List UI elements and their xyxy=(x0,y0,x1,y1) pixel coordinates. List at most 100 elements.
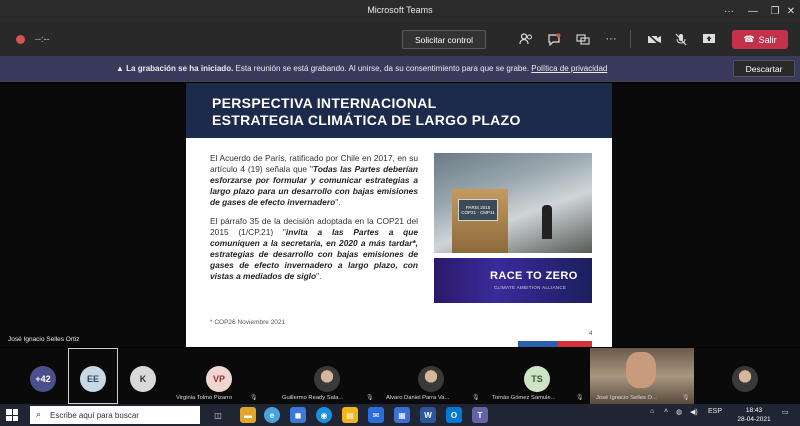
shared-content-stage: PERSPECTIVA INTERNACIONAL ESTRATEGIA CLI… xyxy=(0,83,800,347)
more-options-icon[interactable]: ··· xyxy=(716,0,742,22)
participant-name: Alvaro Daniel Parra Va... xyxy=(386,395,450,401)
calendar-icon[interactable]: ▦ xyxy=(394,407,410,423)
sticky-notes-icon[interactable]: ▤ xyxy=(342,407,358,423)
taskbar-clock[interactable]: 18:43 28-04-2021 xyxy=(734,406,774,424)
mic-off-icon: 🎙 xyxy=(576,395,584,401)
participant-tile-ts[interactable]: TS Tomás Gómez Samule... 🎙 xyxy=(490,348,588,404)
close-icon[interactable]: ✕ xyxy=(782,0,800,22)
flag-red-stripe xyxy=(558,341,592,347)
request-control-button[interactable]: Solicitar control xyxy=(402,30,486,49)
slide-title: PERSPECTIVA INTERNACIONAL ESTRATEGIA CLI… xyxy=(212,95,521,129)
notifications-icon[interactable]: ▭ xyxy=(782,408,789,416)
participants-strip: +42 EE K VP Virginia Tolmo Pizarro 🎙 Gui… xyxy=(0,348,800,404)
participant-name: José Ignacio Selles O... xyxy=(596,395,657,401)
chat-icon[interactable] xyxy=(545,31,563,47)
leave-button[interactable]: ☎ Salir xyxy=(732,30,788,49)
meeting-toolbar: --:-- Solicitar control ··· ☎ Salir xyxy=(0,22,800,56)
avatar: VP xyxy=(206,366,232,392)
search-icon: ⌕ xyxy=(36,409,42,419)
banner-message: Esta reunión se está grabando. Al unirse… xyxy=(235,64,530,73)
search-placeholder: Escribe aquí para buscar xyxy=(50,410,139,420)
avatar: EE xyxy=(80,366,106,392)
avatar xyxy=(314,366,340,392)
mic-off-icon: 🎙 xyxy=(366,395,374,401)
network-icon[interactable]: ◍ xyxy=(676,408,682,416)
avatar: TS xyxy=(524,366,550,392)
camera-off-icon[interactable] xyxy=(645,31,663,47)
title-bar: Microsoft Teams ··· — ❐ ✕ xyxy=(0,0,800,22)
participant-tile-k[interactable]: K xyxy=(122,348,164,404)
avatar xyxy=(418,366,444,392)
toolbar-divider xyxy=(630,30,631,48)
slide-footnote: * COP26 Noviembre 2021 xyxy=(210,319,286,326)
slide-title-line2: ESTRATEGIA CLIMÁTICA DE LARGO PLAZO xyxy=(212,112,521,128)
privacy-link[interactable]: Política de privacidad xyxy=(531,64,607,73)
slide-header: PERSPECTIVA INTERNACIONAL ESTRATEGIA CLI… xyxy=(186,83,612,138)
race-to-zero-banner: RACE TO ZERO CLIMATE AMBITION ALLIANCE xyxy=(434,258,592,303)
recording-icon xyxy=(16,35,25,44)
outlook-icon[interactable]: O xyxy=(446,407,462,423)
participant-name: Virginia Tolmo Pizarro xyxy=(176,395,233,401)
participant-tile-vp[interactable]: VP Virginia Tolmo Pizarro 🎙 xyxy=(168,348,272,404)
presenter-name: José Ignacio Selles Ortiz xyxy=(8,336,80,343)
race-to-zero-subtitle: CLIMATE AMBITION ALLIANCE xyxy=(494,285,567,290)
chevron-up-icon[interactable]: ˄ xyxy=(664,408,668,415)
mic-off-icon: 🎙 xyxy=(472,395,480,401)
language-indicator[interactable]: ESP xyxy=(708,408,722,415)
slide-paragraph-1: El Acuerdo de París, ratificado por Chil… xyxy=(210,153,418,207)
share-screen-icon[interactable] xyxy=(700,31,718,47)
clock-time: 18:43 xyxy=(745,407,763,414)
dismiss-button[interactable]: Descartar xyxy=(733,60,795,77)
participant-face xyxy=(626,352,656,388)
task-view-icon[interactable]: ◫ xyxy=(210,407,226,423)
cop21-sign: PARIS 2015 COP21 · CMP11 xyxy=(458,199,498,221)
leave-label: Salir xyxy=(758,34,777,45)
slide-page-number: 4 xyxy=(589,331,593,337)
meeting-timer: --:-- xyxy=(35,34,50,44)
participant-name: Tomás Gómez Samule... xyxy=(492,395,556,401)
avatar xyxy=(732,366,758,392)
participant-tile-guillermo[interactable]: Guillermo Ready Sala... 🎙 xyxy=(276,348,380,404)
clock-date: 28-04-2021 xyxy=(737,416,771,423)
participant-video-jose[interactable]: José Ignacio Selles O... 🎙 xyxy=(590,348,694,404)
participants-icon[interactable] xyxy=(517,31,535,47)
participant-name: Guillermo Ready Sala... xyxy=(282,395,344,401)
people-icon[interactable]: ⌂ xyxy=(650,408,654,415)
speaker-silhouette xyxy=(542,205,552,239)
more-actions-icon[interactable]: ··· xyxy=(602,31,620,47)
volume-icon[interactable]: ◀) xyxy=(690,408,698,416)
breakout-rooms-icon[interactable] xyxy=(574,31,592,47)
file-explorer-icon[interactable]: ▬ xyxy=(240,407,256,423)
slide-body: El Acuerdo de París, ratificado por Chil… xyxy=(210,153,418,290)
teams-icon[interactable]: T xyxy=(472,407,488,423)
slide-title-line1: PERSPECTIVA INTERNACIONAL xyxy=(212,95,437,111)
mic-off-icon: 🎙 xyxy=(682,395,690,401)
windows-start-icon[interactable] xyxy=(6,409,18,421)
mail-icon[interactable]: ✉ xyxy=(368,407,384,423)
chrome-icon[interactable]: ◉ xyxy=(316,407,332,423)
mic-off-icon[interactable] xyxy=(672,31,690,47)
mic-off-icon: 🎙 xyxy=(250,395,258,401)
flag-blue-stripe xyxy=(518,341,558,347)
banner-text: ▲ La grabación se ha iniciado. Esta reun… xyxy=(116,64,607,73)
phone-hangup-icon: ☎ xyxy=(743,34,755,44)
race-to-zero-title: RACE TO ZERO xyxy=(490,270,578,282)
avatar: +42 xyxy=(30,366,56,392)
cop21-photo: PARIS 2015 COP21 · CMP11 xyxy=(434,153,592,253)
recording-banner: ▲ La grabación se ha iniciado. Esta reun… xyxy=(0,56,800,82)
taskbar-search-input[interactable]: ⌕ Escribe aquí para buscar xyxy=(30,406,200,424)
window-title: Microsoft Teams xyxy=(367,5,433,15)
avatar: K xyxy=(130,366,156,392)
participant-tile-ee[interactable]: EE xyxy=(68,348,118,404)
word-icon[interactable]: W xyxy=(420,407,436,423)
warning-icon: ▲ xyxy=(116,64,124,73)
store-icon[interactable]: ◼ xyxy=(290,407,306,423)
participant-tile-alvaro[interactable]: Alvaro Daniel Parra Va... 🎙 xyxy=(384,348,488,404)
presentation-slide: PERSPECTIVA INTERNACIONAL ESTRATEGIA CLI… xyxy=(186,83,612,347)
participant-tile-9[interactable] xyxy=(696,348,796,404)
windows-taskbar: ⌕ Escribe aquí para buscar ◫ ▬ e ◼ ◉ ▤ ✉… xyxy=(0,404,800,426)
participant-overflow[interactable]: +42 xyxy=(22,348,66,404)
banner-bold: La grabación se ha iniciado. xyxy=(126,64,234,73)
slide-paragraph-2: El párrafo 35 de la decisión adoptada en… xyxy=(210,216,419,281)
edge-browser-icon[interactable]: e xyxy=(264,407,280,423)
